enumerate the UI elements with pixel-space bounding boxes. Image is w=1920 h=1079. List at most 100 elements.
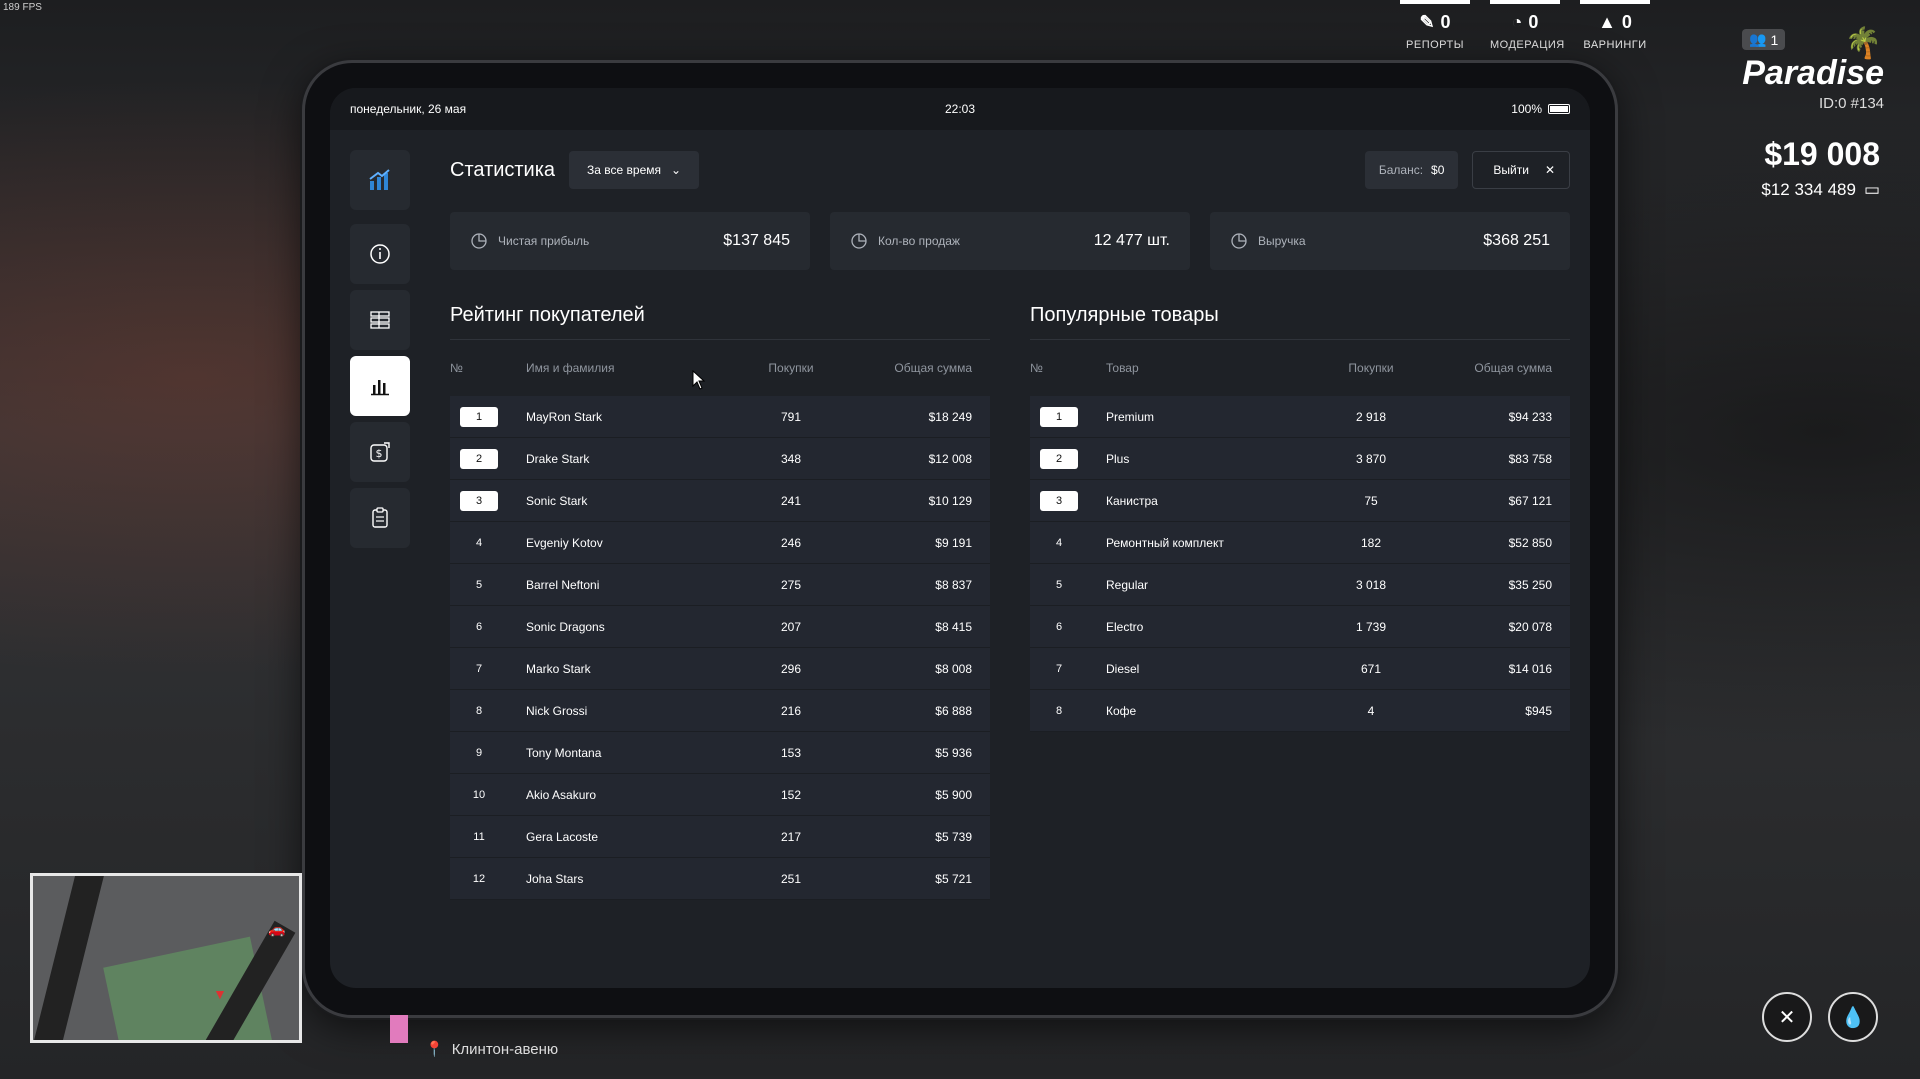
page-title: Статистика: [450, 158, 556, 181]
player-marker-icon: ▼: [213, 986, 227, 1002]
table-row: 2 Drake Stark 348 $12 008: [450, 438, 990, 480]
kpi-label: Чистая прибыль: [498, 234, 590, 248]
pie-chart-icon: [851, 233, 867, 249]
column-header: №: [450, 361, 463, 375]
kpi-row: Чистая прибыль $137 845 Кол-во продаж 12…: [450, 212, 1570, 270]
warnings-count: 0: [1621, 12, 1632, 32]
total-cell: $94 233: [1508, 409, 1552, 424]
tables: Рейтинг покупателей № Имя и фамилия Поку…: [450, 304, 1570, 900]
pie-chart-icon: [471, 233, 487, 249]
total-cell: $5 721: [935, 871, 972, 886]
table-header: № Имя и фамилия Покупки Общая сумма: [450, 340, 990, 396]
purchases-cell: 4: [1367, 703, 1375, 718]
hud-stat-reports: ✎ 0 РЕПОРТЫ: [1400, 0, 1470, 51]
vehicle-marker-icon: 🚗: [268, 921, 286, 937]
name-cell: Sonic Stark: [526, 493, 588, 508]
rank-cell: 4: [450, 533, 526, 553]
table-row: 10 Akio Asakuro 152 $5 900: [450, 774, 990, 816]
sidebar-logo[interactable]: [350, 150, 410, 210]
header: Статистика За все время ⌄ Баланс: $0 Вый…: [450, 150, 1570, 190]
balance-value: $0: [1431, 163, 1445, 177]
exit-button[interactable]: Выйти ✕: [1472, 151, 1570, 189]
table-row: 5 Barrel Neftoni 275 $8 837: [450, 564, 990, 606]
total-cell: $5 739: [935, 829, 972, 844]
products-title: Популярные товары: [1030, 304, 1570, 340]
water-button[interactable]: 💧: [1828, 992, 1878, 1042]
table-row: 1 Premium 2 918 $94 233: [1030, 396, 1570, 438]
rank-badge: 2: [460, 448, 498, 469]
balance-box: Баланс: $0: [1364, 151, 1459, 189]
purchases-cell: 251: [780, 871, 802, 886]
purchases-cell: 791: [780, 409, 802, 424]
hud-stat-warnings: ▲ 0 ВАРНИНГИ: [1580, 0, 1650, 51]
location-label: 📍 Клинтон-авеню: [425, 1040, 558, 1059]
rank-cell: 9: [450, 743, 526, 763]
rank-cell: 12: [450, 869, 526, 889]
reports-label: РЕПОРТЫ: [1406, 39, 1464, 51]
content: Статистика За все время ⌄ Баланс: $0 Вый…: [450, 150, 1570, 900]
name-cell: Канистра: [1106, 493, 1158, 508]
report-icon: ✎: [1419, 12, 1435, 32]
column-header: №: [1030, 361, 1043, 375]
pie-chart-icon: [1231, 233, 1247, 249]
rank-badge: 4: [1055, 536, 1063, 549]
kpi-revenue: Выручка $368 251: [1210, 212, 1570, 270]
rank-badge: 1: [460, 406, 498, 427]
status-bar: понедельник, 26 мая 22:03 100%: [330, 88, 1590, 130]
rank-cell: 5: [450, 575, 526, 595]
money-transfer-icon: $: [370, 442, 390, 462]
sidebar: $: [350, 150, 410, 554]
name-cell: Diesel: [1106, 661, 1140, 676]
close-icon: ✕: [1544, 163, 1555, 177]
location-pin-icon: 📍: [425, 1041, 444, 1058]
food-button[interactable]: ✕: [1762, 992, 1812, 1042]
sidebar-item-list[interactable]: [350, 290, 410, 350]
name-cell: Nick Grossi: [526, 703, 588, 718]
rank-cell: 1: [1030, 406, 1106, 427]
sidebar-item-info[interactable]: [350, 224, 410, 284]
name-cell: Plus: [1106, 451, 1130, 466]
name-cell: Joha Stars: [526, 871, 584, 886]
sidebar-item-statistics[interactable]: [350, 356, 410, 416]
rank-badge: 7: [1055, 662, 1063, 675]
users-icon: 👥: [1749, 31, 1767, 47]
total-cell: $18 249: [928, 409, 972, 424]
sidebar-item-clipboard[interactable]: [350, 488, 410, 548]
name-cell: Evgeniy Kotov: [526, 535, 603, 550]
rank-badge: 1: [1040, 406, 1078, 427]
svg-text:$: $: [376, 447, 383, 460]
sidebar-item-finance[interactable]: $: [350, 422, 410, 482]
warnings-label: ВАРНИНГИ: [1583, 39, 1647, 51]
period-value: За все время: [587, 163, 662, 177]
reports-count: 0: [1440, 12, 1451, 32]
rank-cell: 6: [1030, 617, 1106, 637]
name-cell: MayRon Stark: [526, 409, 603, 424]
tablet-screen: понедельник, 26 мая 22:03 100% $ Статист…: [330, 88, 1590, 988]
purchases-cell: 275: [780, 577, 802, 592]
total-cell: $5 900: [935, 787, 972, 802]
total-cell: $5 936: [935, 745, 972, 760]
name-cell: Кофе: [1106, 703, 1137, 718]
products-table: Популярные товары № Товар Покупки Общая …: [1030, 304, 1570, 900]
rank-badge: 9: [475, 746, 483, 759]
bank-amount: $12 334 489: [1761, 180, 1856, 199]
period-dropdown[interactable]: За все время ⌄: [569, 151, 700, 189]
minimap-road: [33, 876, 108, 1040]
rank-badge: 8: [475, 704, 483, 717]
name-cell: Ремонтный комплект: [1106, 535, 1224, 550]
minimap: ▼ 🚗: [30, 873, 302, 1043]
kpi-value: 12 477 шт.: [1093, 232, 1170, 249]
rank-cell: 3: [1030, 490, 1106, 511]
rank-badge: 7: [475, 662, 483, 675]
player-id: ID:0 #134: [1818, 95, 1884, 112]
rank-badge: 12: [472, 872, 486, 885]
total-cell: $8 837: [935, 577, 972, 592]
chevron-down-icon: ⌄: [671, 163, 682, 177]
cash-amount: $19 008: [1764, 136, 1880, 172]
purchases-cell: 182: [1360, 535, 1382, 550]
rank-badge: 4: [475, 536, 483, 549]
hud-stat-moderation: ◔ 0 МОДЕРАЦИЯ: [1490, 0, 1564, 51]
table-row: 8 Nick Grossi 216 $6 888: [450, 690, 990, 732]
total-cell: $52 850: [1508, 535, 1552, 550]
clipboard-icon: [372, 507, 388, 528]
